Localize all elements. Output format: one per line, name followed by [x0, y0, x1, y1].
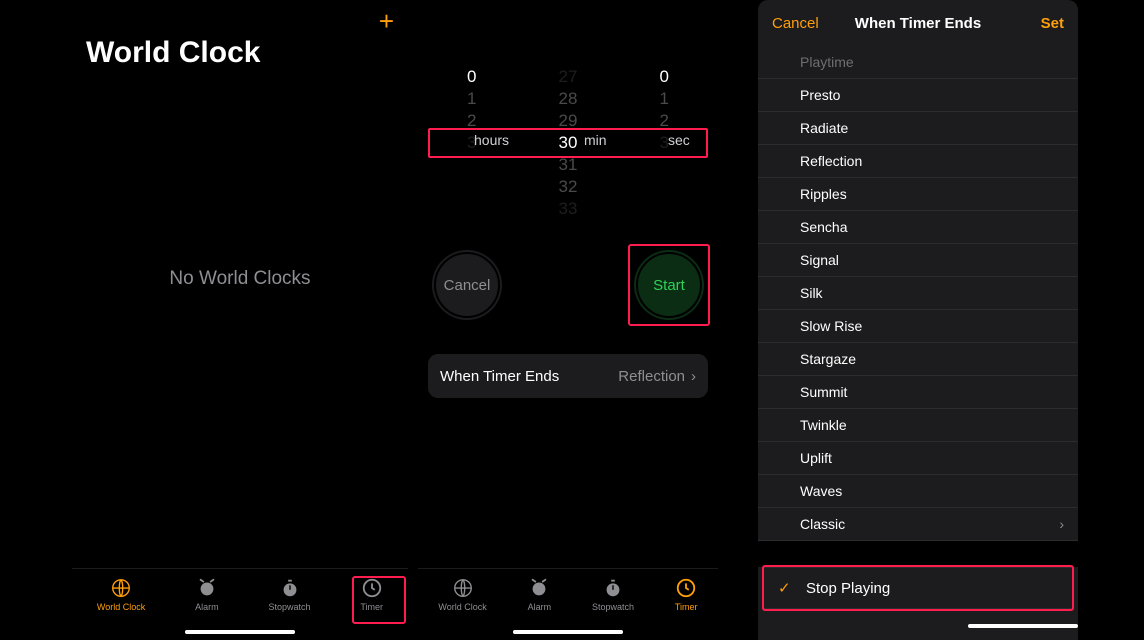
globe-icon: [110, 577, 132, 599]
stopwatch-icon: [602, 577, 624, 599]
tab-label: Stopwatch: [268, 602, 310, 612]
when-ends-value: Reflection: [618, 368, 685, 385]
chevron-right-icon: ›: [1059, 516, 1064, 532]
stopwatch-icon: [279, 577, 301, 599]
alarm-icon: [528, 577, 550, 599]
timer-icon: [361, 577, 383, 599]
sheet-header: Cancel When Timer Ends Set: [758, 0, 1078, 46]
empty-state-text: No World Clocks: [72, 30, 408, 528]
alarm-icon: [196, 577, 218, 599]
list-item[interactable]: Summit: [758, 376, 1078, 409]
list-item-classic[interactable]: Classic ›: [758, 508, 1078, 541]
list-item[interactable]: Playtime: [758, 46, 1078, 79]
tab-world-clock[interactable]: World Clock: [97, 577, 145, 612]
home-indicator[interactable]: [968, 624, 1078, 628]
timer-icon: [675, 577, 697, 599]
tab-stopwatch[interactable]: Stopwatch: [592, 577, 634, 612]
list-item[interactable]: Reflection: [758, 145, 1078, 178]
set-button[interactable]: Set: [1041, 15, 1064, 32]
tab-alarm[interactable]: Alarm: [528, 577, 552, 612]
when-ends-label: When Timer Ends: [440, 368, 559, 385]
list-item[interactable]: Silk: [758, 277, 1078, 310]
tab-world-clock[interactable]: World Clock: [438, 577, 486, 612]
tab-label: World Clock: [438, 602, 486, 612]
cancel-button[interactable]: Cancel: [772, 15, 819, 32]
tab-alarm[interactable]: Alarm: [195, 577, 219, 612]
chevron-right-icon: ›: [691, 368, 696, 385]
tab-bar: World Clock Alarm Stopwatch Timer: [418, 568, 718, 640]
world-clock-screen: + World Clock No World Clocks World Cloc…: [72, 0, 408, 640]
list-item[interactable]: Slow Rise: [758, 310, 1078, 343]
stop-playing-row[interactable]: ✓ Stop Playing: [764, 567, 1072, 609]
home-indicator[interactable]: [185, 630, 295, 634]
tab-label: Alarm: [195, 602, 219, 612]
checkmark-icon: ✓: [778, 579, 791, 597]
list-item[interactable]: Signal: [758, 244, 1078, 277]
tab-timer[interactable]: Timer: [360, 577, 383, 612]
when-timer-ends-screen: Cancel When Timer Ends Set Playtime Pres…: [758, 0, 1078, 640]
list-item[interactable]: Stargaze: [758, 343, 1078, 376]
list-item[interactable]: Twinkle: [758, 409, 1078, 442]
when-timer-ends-row[interactable]: When Timer Ends Reflection ›: [428, 354, 708, 398]
home-indicator[interactable]: [513, 630, 623, 634]
sheet: Cancel When Timer Ends Set Playtime Pres…: [758, 0, 1078, 640]
tab-stopwatch[interactable]: Stopwatch: [268, 577, 310, 612]
tab-bar: World Clock Alarm Stopwatch Timer: [72, 568, 408, 640]
list-item[interactable]: Presto: [758, 79, 1078, 112]
timer-screen: 0 1 2 3 27 28 29 30 31 32 33 0 1 2 3 hou…: [418, 0, 718, 640]
tab-label: Alarm: [528, 602, 552, 612]
start-button[interactable]: Start: [634, 250, 704, 320]
tab-label: World Clock: [97, 602, 145, 612]
list-item[interactable]: Uplift: [758, 442, 1078, 475]
list-item[interactable]: Radiate: [758, 112, 1078, 145]
tab-label: Stopwatch: [592, 602, 634, 612]
highlight-picker-row: [428, 128, 708, 158]
cancel-button[interactable]: Cancel: [432, 250, 502, 320]
list-item[interactable]: Ripples: [758, 178, 1078, 211]
globe-icon: [452, 577, 474, 599]
nav-bar: +: [72, 0, 408, 30]
sound-list[interactable]: Playtime Presto Radiate Reflection Rippl…: [758, 46, 1078, 618]
list-item[interactable]: Waves: [758, 475, 1078, 508]
tab-label: Timer: [675, 602, 698, 612]
tab-label: Timer: [360, 602, 383, 612]
list-item[interactable]: Sencha: [758, 211, 1078, 244]
tab-timer[interactable]: Timer: [675, 577, 698, 612]
timer-buttons: Cancel Start: [418, 220, 718, 320]
time-picker[interactable]: 0 1 2 3 27 28 29 30 31 32 33 0 1 2 3 hou…: [426, 60, 710, 220]
